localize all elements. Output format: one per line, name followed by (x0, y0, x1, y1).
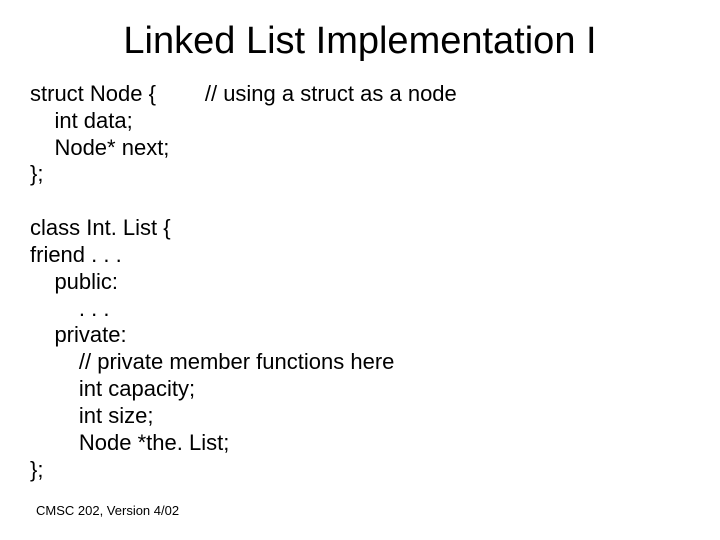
code-line: . . . (30, 296, 109, 321)
code-line: Node* next; (30, 135, 169, 160)
code-line: Node *the. List; (30, 430, 229, 455)
code-line: int data; (30, 108, 133, 133)
code-block: struct Node { // using a struct as a nod… (30, 81, 690, 483)
code-line: }; (30, 161, 43, 186)
code-line: int size; (30, 403, 153, 428)
code-line: friend . . . (30, 242, 122, 267)
code-line: }; (30, 457, 43, 482)
slide: Linked List Implementation I struct Node… (0, 0, 720, 540)
code-line: int capacity; (30, 376, 195, 401)
code-line: private: (30, 322, 127, 347)
slide-footer: CMSC 202, Version 4/02 (36, 503, 179, 518)
code-line: struct Node { // using a struct as a nod… (30, 81, 457, 106)
code-line: // private member functions here (30, 349, 394, 374)
code-line: public: (30, 269, 118, 294)
code-line: class Int. List { (30, 215, 171, 240)
slide-title: Linked List Implementation I (30, 20, 690, 63)
